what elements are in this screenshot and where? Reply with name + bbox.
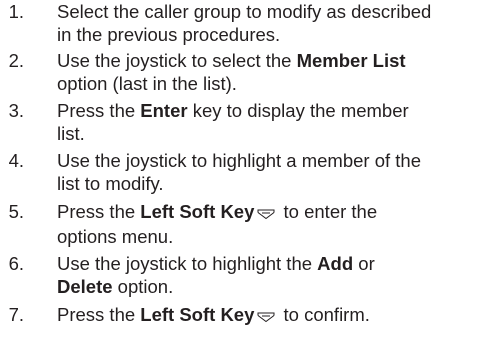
step-number: 2. <box>8 50 24 71</box>
step-text-line: Use the joystick to highlight the Add or <box>57 253 375 274</box>
step-text-line: Delete option. <box>57 276 174 297</box>
step-text-line: Press the Left Soft Key to confirm. <box>57 304 370 328</box>
ui-term: Left Soft Key <box>140 304 255 325</box>
step-text-line: option (last in the list). <box>57 73 237 94</box>
ui-term: Delete <box>57 276 113 297</box>
left-soft-key-icon <box>257 306 275 328</box>
step-text-line: Press the Left Soft Key to enter the <box>57 201 377 225</box>
ui-term: Add <box>317 253 354 274</box>
step-text-line: Use the joystick to highlight a member o… <box>57 150 422 171</box>
step-text-line: list. <box>57 123 85 144</box>
step-number: 5. <box>8 201 24 222</box>
step-text-line: in the previous procedures. <box>57 24 281 45</box>
step-text-line: Use the joystick to select the Member Li… <box>57 50 406 71</box>
step-number: 6. <box>8 253 24 274</box>
ui-term: Enter <box>140 100 188 121</box>
step-number: 3. <box>8 100 24 121</box>
step-text-line: list to modify. <box>57 173 164 194</box>
step-text-line: Select the caller group to modify as des… <box>57 1 432 22</box>
step-text-line: options menu. <box>57 226 174 247</box>
step-number: 7. <box>8 304 24 325</box>
left-soft-key-icon <box>257 203 275 225</box>
ui-term: Left Soft Key <box>140 201 255 222</box>
ui-term: Member List <box>296 50 406 71</box>
step-number: 1. <box>8 1 24 22</box>
step-text-line: Press the Enter key to display the membe… <box>57 100 409 121</box>
step-number: 4. <box>8 150 24 171</box>
